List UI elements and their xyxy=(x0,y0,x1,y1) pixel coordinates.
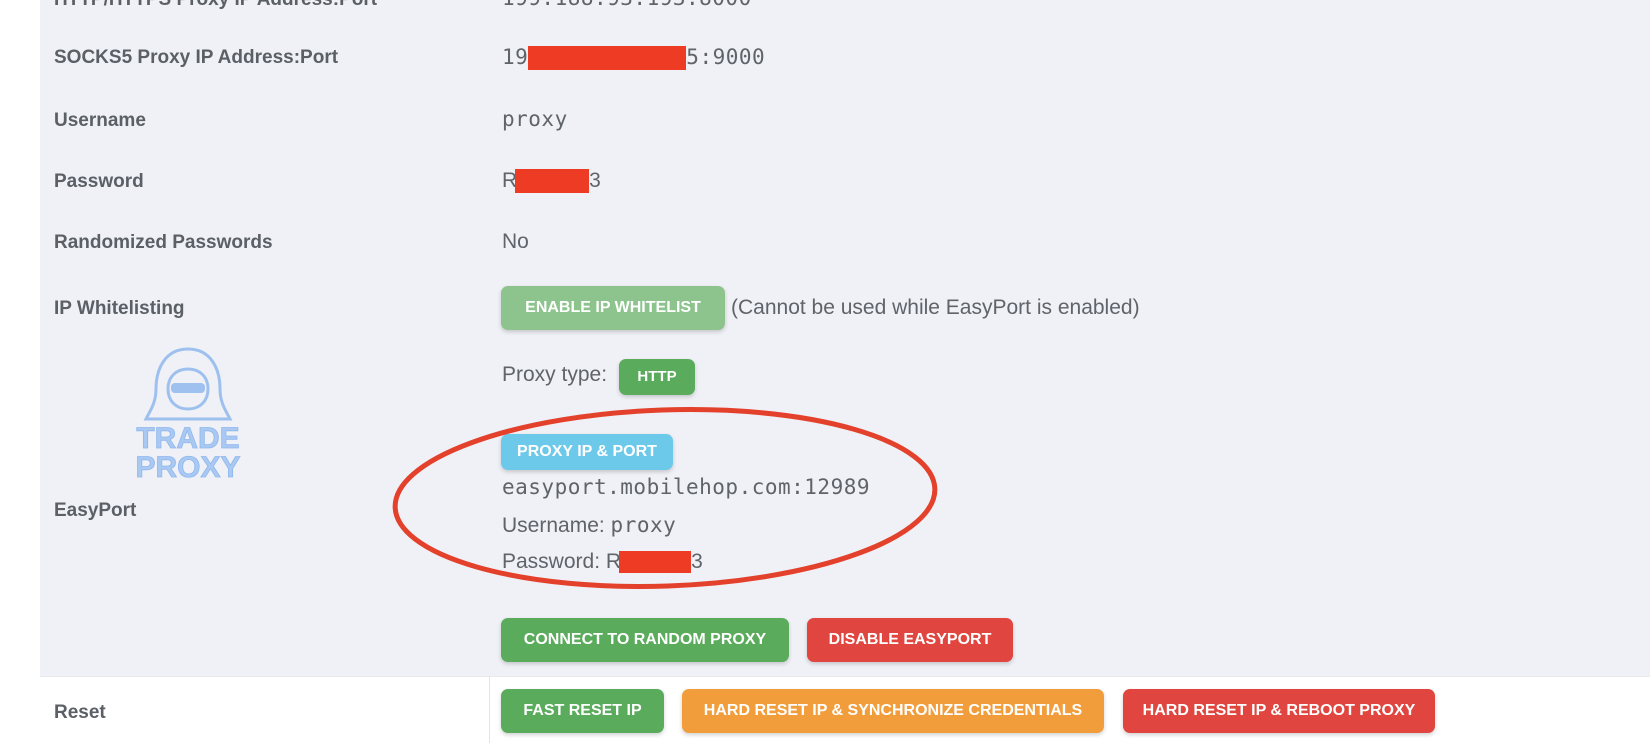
easyport-label: EasyPort xyxy=(54,500,137,521)
socks5-value-end: 5:9000 xyxy=(686,45,766,69)
socks5-proxy-value: 19 5:9000 xyxy=(502,45,765,70)
http-proxy-value: 199.188.93.193:8000 xyxy=(502,0,752,10)
proxy-type-label: Proxy type: xyxy=(502,363,608,386)
hard-reset-reboot-proxy-button[interactable]: HARD RESET IP & REBOOT PROXY xyxy=(1123,689,1435,733)
fast-reset-ip-button[interactable]: FAST RESET IP xyxy=(501,689,664,733)
row-divider xyxy=(40,676,1650,677)
socks5-proxy-label: SOCKS5 Proxy IP Address:Port xyxy=(54,47,339,68)
whitelist-note: (Cannot be used while EasyPort is enable… xyxy=(731,296,1140,319)
randomized-passwords-label: Randomized Passwords xyxy=(54,232,273,253)
column-divider xyxy=(489,676,490,743)
enable-ip-whitelist-button[interactable]: ENABLE IP WHITELIST xyxy=(501,286,725,330)
http-proxy-label: HTTP/HTTPS Proxy IP Address:Port xyxy=(54,0,377,11)
username-value: proxy xyxy=(502,107,568,131)
trade-proxy-logo: TRADE PROXY xyxy=(135,347,241,481)
proxy-type-http-badge: HTTP xyxy=(619,359,695,395)
redaction-bar xyxy=(515,169,590,194)
disable-easyport-button[interactable]: DISABLE EASYPORT xyxy=(807,618,1013,662)
hard-reset-sync-credentials-button[interactable]: HARD RESET IP & SYNCHRONIZE CREDENTIALS xyxy=(682,689,1104,733)
password-label: Password xyxy=(54,171,144,192)
password-value: R3 xyxy=(502,169,601,194)
annotation-ellipse xyxy=(392,407,938,589)
password-value-end: 3 xyxy=(589,169,601,192)
ip-whitelisting-label: IP Whitelisting xyxy=(54,298,185,319)
username-label: Username xyxy=(54,110,146,131)
redaction-bar xyxy=(528,46,687,70)
randomized-passwords-value: No xyxy=(502,230,529,253)
connect-to-random-proxy-button[interactable]: CONNECT TO RANDOM PROXY xyxy=(501,618,789,662)
logo-line2: PROXY xyxy=(135,451,240,481)
reset-label: Reset xyxy=(54,702,106,723)
socks5-value-start: 19 xyxy=(502,45,529,69)
